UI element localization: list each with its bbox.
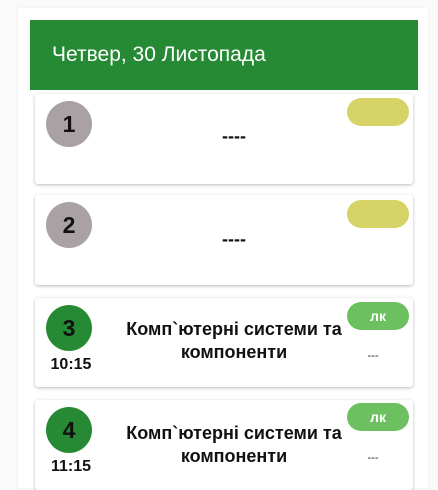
lesson-time: 11:15 <box>50 458 92 475</box>
day-title: Четвер, 30 Листопада <box>52 43 266 66</box>
lesson-type-badge: лк <box>347 302 409 330</box>
lesson-number-badge: 1 <box>46 101 92 147</box>
lesson-type-badge <box>347 98 409 126</box>
lesson-type-badge <box>347 200 409 228</box>
lesson-subject: ---- <box>222 229 246 249</box>
lesson-type-badge: лк <box>347 403 409 431</box>
lesson-room: --- <box>367 452 379 464</box>
lesson-number-badge: 2 <box>46 202 92 248</box>
lesson-number-badge: 3 <box>46 305 92 351</box>
lesson-card[interactable]: 4 11:15 Комп`ютерні системи та компонент… <box>35 400 413 490</box>
lesson-number-badge: 4 <box>46 407 92 453</box>
lesson-card[interactable]: 2 ---- <box>35 195 413 285</box>
lesson-subject: Комп`ютерні системи та компоненти <box>126 319 342 362</box>
day-header: Четвер, 30 Листопада <box>30 20 418 90</box>
lesson-subject: Комп`ютерні системи та компоненти <box>126 423 342 466</box>
lesson-subject: ---- <box>222 126 246 146</box>
lesson-room: --- <box>367 350 379 362</box>
lesson-time: 10:15 <box>50 356 92 373</box>
lesson-card[interactable]: 1 ---- <box>35 94 413 184</box>
lesson-card[interactable]: 3 10:15 Комп`ютерні системи та компонент… <box>35 298 413 387</box>
